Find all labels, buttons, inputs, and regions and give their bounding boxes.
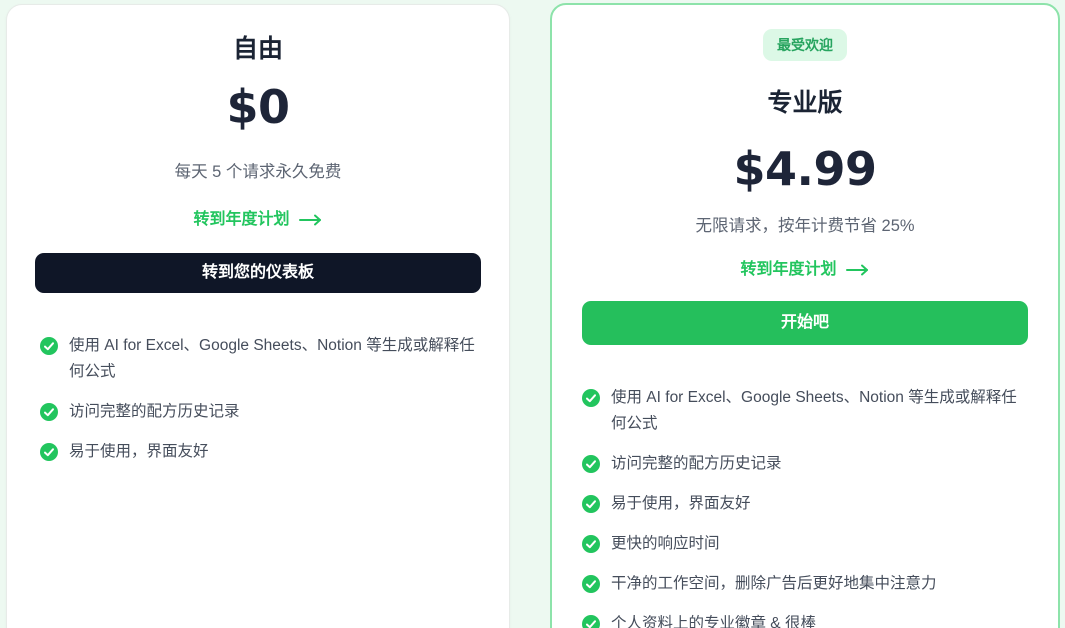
plan-title: 自由 [35, 33, 481, 65]
arrow-right-icon [299, 214, 323, 226]
feature-item: 个人资料上的专业徽章 & 很棒 [582, 611, 1028, 628]
plan-card-free: 自由 $0 每天 5 个请求永久免费 转到年度计划 转到您的仪表板 使用 AI … [6, 4, 510, 628]
feature-item: 访问完整的配方历史记录 [582, 451, 1028, 477]
check-circle-icon [582, 389, 600, 407]
annual-plan-link[interactable]: 转到年度计划 [740, 259, 869, 281]
feature-text: 访问完整的配方历史记录 [69, 399, 240, 425]
feature-item: 访问完整的配方历史记录 [40, 399, 481, 425]
check-circle-icon [40, 443, 58, 461]
feature-text: 访问完整的配方历史记录 [611, 451, 782, 477]
annual-link-row: 转到年度计划 [582, 259, 1028, 281]
get-started-button[interactable]: 开始吧 [582, 301, 1028, 345]
feature-item: 使用 AI for Excel、Google Sheets、Notion 等生成… [40, 333, 481, 385]
check-circle-icon [582, 535, 600, 553]
plan-description: 无限请求，按年计费节省 25% [582, 215, 1028, 237]
check-circle-icon [582, 455, 600, 473]
feature-text: 易于使用，界面友好 [69, 439, 209, 465]
feature-item: 易于使用，界面友好 [40, 439, 481, 465]
check-circle-icon [582, 495, 600, 513]
check-circle-icon [582, 575, 600, 593]
feature-item: 更快的响应时间 [582, 531, 1028, 557]
annual-plan-link-label: 转到年度计划 [193, 209, 289, 231]
check-circle-icon [582, 615, 600, 628]
feature-text: 使用 AI for Excel、Google Sheets、Notion 等生成… [69, 333, 481, 385]
plan-title: 专业版 [582, 87, 1028, 119]
feature-item: 使用 AI for Excel、Google Sheets、Notion 等生成… [582, 385, 1028, 437]
annual-plan-link-label: 转到年度计划 [740, 259, 836, 281]
feature-text: 易于使用，界面友好 [611, 491, 751, 517]
plan-card-pro: 最受欢迎 专业版 $4.99 无限请求，按年计费节省 25% 转到年度计划 开始… [550, 3, 1060, 628]
feature-text: 个人资料上的专业徽章 & 很棒 [611, 611, 816, 628]
feature-list: 使用 AI for Excel、Google Sheets、Notion 等生成… [40, 333, 481, 465]
plan-price: $4.99 [582, 143, 1028, 195]
most-popular-badge: 最受欢迎 [763, 29, 847, 61]
plan-price: $0 [35, 81, 481, 133]
feature-item: 干净的工作空间，删除广告后更好地集中注意力 [582, 571, 1028, 597]
feature-list: 使用 AI for Excel、Google Sheets、Notion 等生成… [582, 385, 1028, 628]
check-circle-icon [40, 337, 58, 355]
go-to-dashboard-button[interactable]: 转到您的仪表板 [35, 253, 481, 293]
feature-text: 更快的响应时间 [611, 531, 720, 557]
pricing-page: 自由 $0 每天 5 个请求永久免费 转到年度计划 转到您的仪表板 使用 AI … [0, 0, 1065, 628]
check-circle-icon [40, 403, 58, 421]
feature-item: 易于使用，界面友好 [582, 491, 1028, 517]
annual-link-row: 转到年度计划 [35, 209, 481, 231]
feature-text: 干净的工作空间，删除广告后更好地集中注意力 [611, 571, 937, 597]
plan-description: 每天 5 个请求永久免费 [35, 161, 481, 183]
feature-text: 使用 AI for Excel、Google Sheets、Notion 等生成… [611, 385, 1028, 437]
arrow-right-icon [846, 264, 870, 276]
annual-plan-link[interactable]: 转到年度计划 [193, 209, 322, 231]
